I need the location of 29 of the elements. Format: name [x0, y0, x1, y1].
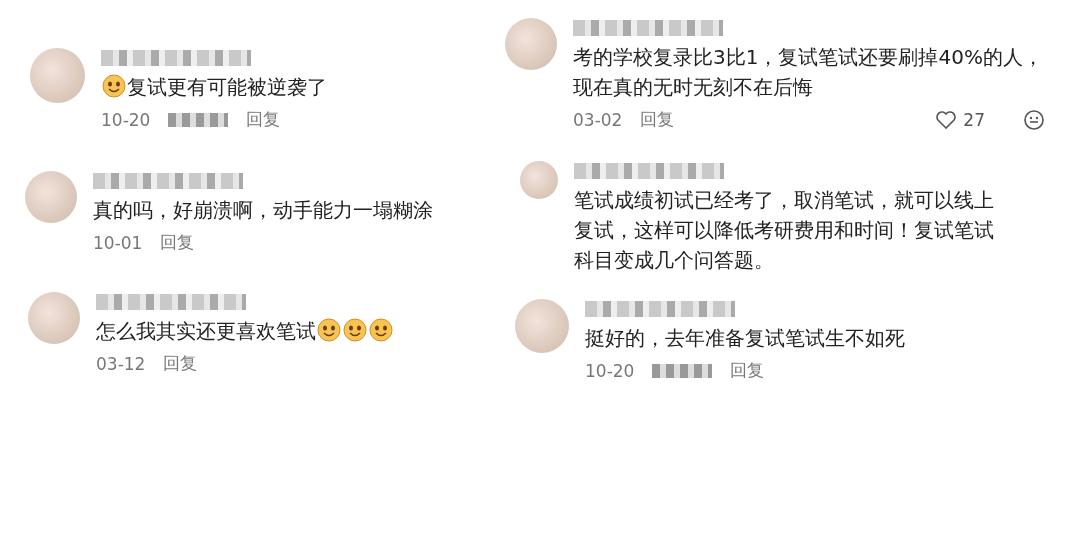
reply-link[interactable]: 回复: [160, 231, 195, 254]
comment-date: 10-20: [585, 360, 635, 381]
avatar[interactable]: [515, 299, 569, 353]
comment-text: 真的吗，好崩溃啊，动手能力一塌糊涂: [93, 197, 434, 224]
avatar[interactable]: [25, 171, 77, 223]
avatar[interactable]: [28, 292, 80, 344]
comment-text: 考的学校复录比3比1，复试笔试还要刷掉40%的人，现在真的无时无刻不在后悔: [573, 44, 1044, 101]
comment-date: 03-02: [573, 109, 623, 130]
comment-text: 笔试成绩初试已经考了，取消笔试，就可以线上复试，这样可以降低考研费用和时间！复试笔试科目变成几个问答题。: [574, 187, 995, 274]
emoji-icon: [102, 74, 126, 98]
avatar[interactable]: [520, 161, 558, 199]
comment-text: 复试更有可能被逆袭了: [101, 72, 481, 102]
smiley-icon[interactable]: [1023, 108, 1045, 131]
comment-date: 10-01: [93, 232, 143, 253]
heart-icon[interactable]: [935, 109, 958, 130]
comment-date: 10-20: [101, 109, 151, 130]
comment-text: 怎么我其实还更喜欢笔试: [96, 316, 476, 346]
reply-link[interactable]: 回复: [640, 108, 675, 131]
avatar[interactable]: [30, 48, 85, 103]
emoji-icon: [369, 318, 393, 342]
emoji-icon: [317, 318, 341, 342]
reply-link[interactable]: 回复: [730, 359, 765, 382]
reply-link[interactable]: 回复: [246, 108, 281, 131]
comment-date: 03-12: [96, 353, 146, 374]
reply-link[interactable]: 回复: [163, 352, 198, 375]
emoji-icon: [343, 318, 367, 342]
like-count: 27: [963, 109, 985, 130]
comment-text: 挺好的，去年准备复试笔试生不如死: [585, 325, 906, 352]
avatar[interactable]: [505, 18, 557, 70]
